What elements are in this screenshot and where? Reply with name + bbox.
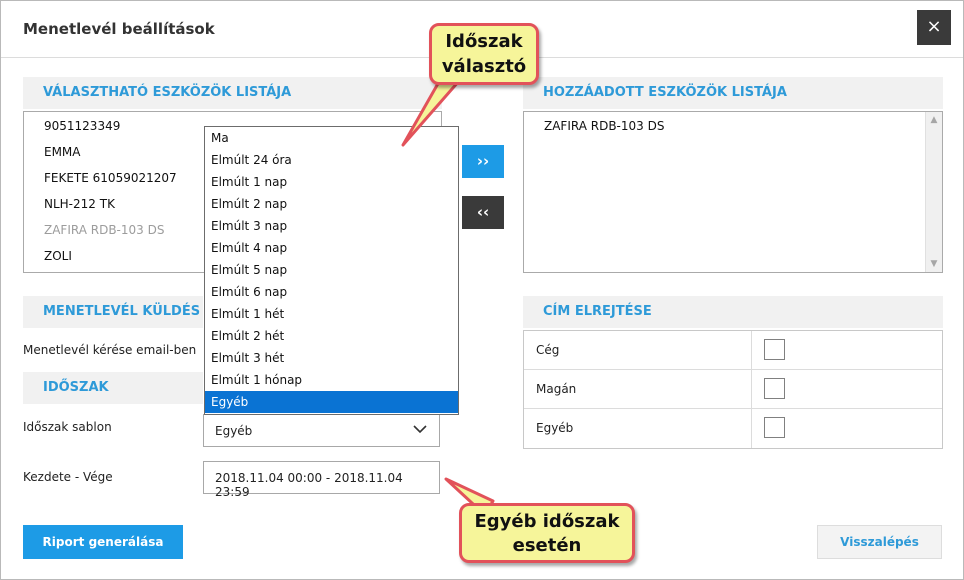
dropdown-option[interactable]: Elmúlt 1 hónap xyxy=(205,369,458,391)
added-list-header: HOZZÁADOTT ESZKÖZÖK LISTÁJA xyxy=(523,77,943,109)
hide-row-company: Cég xyxy=(524,331,942,370)
period-section-header: IDŐSZAK xyxy=(23,372,203,404)
back-button[interactable]: Visszalépés xyxy=(817,525,942,559)
added-list-scrollbar[interactable]: ▲ ▼ xyxy=(925,112,942,272)
period-template-select[interactable]: Egyéb xyxy=(203,414,440,447)
hide-address-table: Cég Magán Egyéb xyxy=(523,330,943,449)
scroll-up-icon[interactable]: ▲ xyxy=(926,112,942,128)
callout-period-selector: Időszak választó xyxy=(429,23,539,85)
hide-row-label: Magán xyxy=(536,382,577,396)
double-chevron-right-icon: ›› xyxy=(476,152,490,170)
period-template-label: Időszak sablon xyxy=(23,420,112,434)
hide-other-checkbox[interactable] xyxy=(764,417,785,438)
period-range-value: 2018.11.04 00:00 - 2018.11.04 23:59 xyxy=(215,471,403,499)
dropdown-option[interactable]: Elmúlt 2 nap xyxy=(205,193,458,215)
available-list-header: VÁLASZTHATÓ ESZKÖZÖK LISTÁJA xyxy=(23,77,442,109)
divider xyxy=(751,331,752,369)
dropdown-option[interactable]: Elmúlt 5 nap xyxy=(205,259,458,281)
chevron-down-icon xyxy=(413,425,427,434)
dropdown-option-selected[interactable]: Egyéb xyxy=(205,391,458,413)
remove-device-button[interactable]: ‹‹ xyxy=(462,196,504,229)
period-range-label: Kezdete - Vége xyxy=(23,470,113,484)
hide-row-label: Cég xyxy=(536,343,560,357)
callout-other-period: Egyéb időszak esetén xyxy=(459,503,635,563)
send-section-header: MENETLEVÉL KÜLDÉS xyxy=(23,296,203,328)
dropdown-option[interactable]: Elmúlt 2 hét xyxy=(205,325,458,347)
scroll-down-icon[interactable]: ▼ xyxy=(926,256,942,272)
hide-row-label: Egyéb xyxy=(536,421,574,435)
hide-address-header: CÍM ELREJTÉSE xyxy=(523,296,943,328)
callout-line: Egyéb időszak xyxy=(474,511,620,532)
hide-row-private: Magán xyxy=(524,370,942,409)
hide-company-checkbox[interactable] xyxy=(764,339,785,360)
dialog-title: Menetlevél beállítások xyxy=(23,20,215,38)
callout-line: Időszak xyxy=(445,31,523,52)
generate-report-button[interactable]: Riport generálása xyxy=(23,525,183,559)
close-icon: × xyxy=(926,16,942,37)
hide-private-checkbox[interactable] xyxy=(764,378,785,399)
dropdown-option[interactable]: Elmúlt 3 nap xyxy=(205,215,458,237)
dropdown-option[interactable]: Elmúlt 6 nap xyxy=(205,281,458,303)
period-range-input[interactable]: 2018.11.04 00:00 - 2018.11.04 23:59 xyxy=(203,461,440,499)
period-template-value: Egyéb xyxy=(215,424,253,438)
list-item[interactable]: ZAFIRA RDB-103 DS xyxy=(524,113,942,139)
double-chevron-left-icon: ‹‹ xyxy=(476,203,490,221)
period-template-dropdown[interactable]: Ma Elmúlt 24 óra Elmúlt 1 nap Elmúlt 2 n… xyxy=(204,126,459,415)
divider xyxy=(751,409,752,448)
callout-line: választó xyxy=(441,56,527,77)
email-request-label: Menetlevél kérése email-ben xyxy=(23,343,197,357)
callout-line: esetén xyxy=(512,535,582,556)
dropdown-option[interactable]: Elmúlt 1 hét xyxy=(205,303,458,325)
report-settings-dialog: Menetlevél beállítások × VÁLASZTHATÓ ESZ… xyxy=(0,0,964,580)
divider xyxy=(751,370,752,408)
dropdown-option[interactable]: Elmúlt 1 nap xyxy=(205,171,458,193)
close-button[interactable]: × xyxy=(917,10,951,45)
dropdown-option[interactable]: Elmúlt 3 hét xyxy=(205,347,458,369)
dropdown-option[interactable]: Elmúlt 24 óra xyxy=(205,149,458,171)
hide-row-other: Egyéb xyxy=(524,409,942,448)
added-devices-list[interactable]: ZAFIRA RDB-103 DS ▲ ▼ xyxy=(523,111,943,273)
dropdown-option[interactable]: Elmúlt 4 nap xyxy=(205,237,458,259)
